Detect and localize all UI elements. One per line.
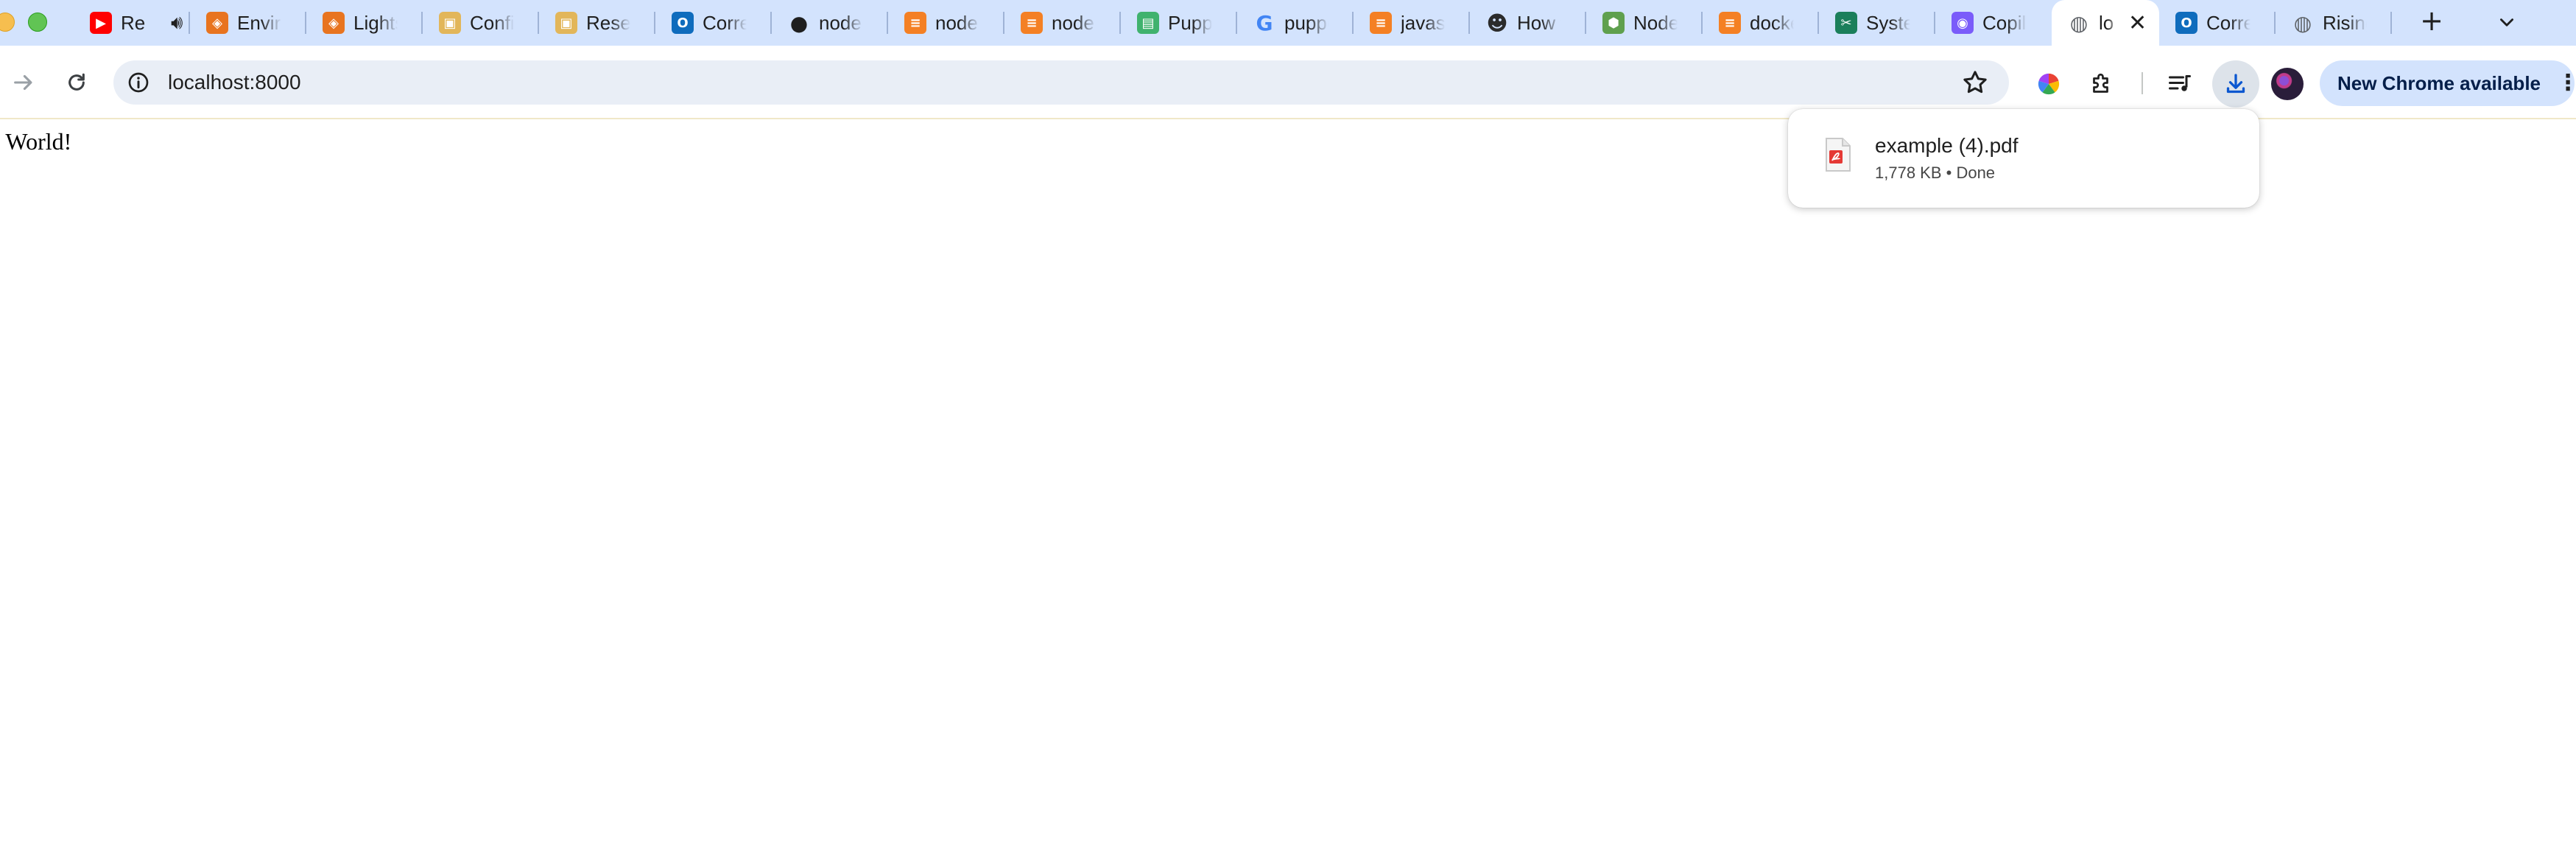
close-tab-icon[interactable]: ✕	[2128, 10, 2147, 36]
pdf-file-icon	[1826, 138, 1851, 172]
download-icon	[2226, 74, 2245, 94]
download-filename[interactable]: example (4).pdf	[1875, 134, 2019, 158]
tab-18[interactable]: ◍ lo ✕	[2052, 0, 2159, 46]
tab-1[interactable]: ▶ Re 🔊︎	[74, 0, 190, 46]
tab-title: Syste	[1866, 11, 1910, 34]
outlook-icon: O	[672, 12, 694, 34]
aws-icon: ◈	[206, 12, 228, 34]
tab-12[interactable]: ≡ javas	[1354, 0, 1470, 46]
media-controls-button[interactable]	[2164, 68, 2196, 100]
tab-title: Re	[121, 11, 146, 34]
package-icon: ▣	[439, 12, 461, 34]
extensions-button[interactable]	[2086, 68, 2118, 100]
downloads-button[interactable]	[2212, 60, 2259, 108]
tab-title: How t	[1517, 11, 1561, 34]
ninja-icon: ☻	[1486, 10, 1508, 35]
toolbar: localhost:8000 New Chrome available ⋮	[0, 46, 2576, 119]
tab-5[interactable]: ▣ Reset	[539, 0, 655, 46]
tab-13[interactable]: ☻ How t	[1470, 0, 1586, 46]
tab-title: Corre	[2206, 11, 2251, 34]
page-body-text: o World!	[0, 128, 72, 155]
chevron-down-icon	[2500, 18, 2513, 27]
new-tab-button[interactable]: +	[2414, 4, 2449, 37]
tab-19[interactable]: O Corre	[2159, 0, 2276, 46]
address-bar[interactable]: localhost:8000	[113, 60, 2009, 105]
tab-6[interactable]: O Corre	[655, 0, 772, 46]
tab-title: Confi	[470, 11, 514, 34]
stackoverflow-icon: ≡	[1370, 12, 1392, 34]
tab-title: javas	[1401, 11, 1445, 34]
tab-16[interactable]: ✂ Syste	[1819, 0, 1935, 46]
puppeteer-icon: ▤	[1137, 12, 1159, 34]
google-icon: G	[1256, 10, 1273, 35]
download-status: 1,778 KB • Done	[1875, 164, 1996, 182]
tab-title: node	[819, 11, 862, 34]
tools-icon: ✂	[1835, 12, 1857, 34]
tab-list: ▶ Re 🔊︎ ◈ Envir ◈ Lights ▣ Confi ▣ Reset O Corre ● nod…	[74, 0, 2392, 46]
tab-9[interactable]: ≡ node	[1004, 0, 1121, 46]
tab-7[interactable]: ● node	[772, 0, 888, 46]
tab-4[interactable]: ▣ Confi	[423, 0, 539, 46]
tab-8[interactable]: ≡ node	[888, 0, 1004, 46]
github-icon: ●	[789, 10, 809, 35]
update-label: New Chrome available	[2337, 71, 2541, 94]
tab-2[interactable]: ◈ Envir	[190, 0, 306, 46]
tab-20[interactable]: ◍ Rising	[2276, 0, 2392, 46]
tab-title: puppe	[1284, 11, 1329, 34]
package-icon: ▣	[555, 12, 577, 34]
tab-3[interactable]: ◈ Lights	[306, 0, 423, 46]
outlook-icon: O	[2175, 12, 2197, 34]
aws-icon: ◈	[323, 12, 345, 34]
stackoverflow-icon: ≡	[1719, 12, 1741, 34]
kebab-menu-icon[interactable]: ⋮	[2557, 72, 2576, 94]
tab-title: Lights	[353, 11, 398, 34]
tab-title: node	[1052, 11, 1094, 34]
queue-music-icon	[2169, 75, 2191, 91]
tab-11[interactable]: Gpuppe	[1237, 0, 1354, 46]
color-extension-button[interactable]	[2033, 68, 2065, 100]
tab-14[interactable]: ⬢ Node	[1586, 0, 1703, 46]
nodejs-icon: ⬢	[1602, 12, 1625, 34]
tab-15[interactable]: ≡ docke	[1703, 0, 1819, 46]
window-maximize-button[interactable]	[28, 13, 47, 32]
update-chrome-button[interactable]: New Chrome available ⋮	[2320, 60, 2576, 106]
download-bubble: example (4).pdf 1,778 KB • Done	[1788, 109, 2259, 208]
copilot-icon: ◉	[1952, 12, 1974, 34]
puzzle-icon	[2093, 73, 2108, 93]
globe-icon: ◍	[2069, 10, 2088, 35]
speaker-icon[interactable]: 🔊︎	[171, 12, 183, 35]
stackoverflow-icon: ≡	[1021, 12, 1043, 34]
tab-title: lo	[2099, 11, 2114, 34]
reload-button[interactable]	[56, 62, 97, 103]
tab-title: node	[935, 11, 978, 34]
tab-strip: ▶ Re 🔊︎ ◈ Envir ◈ Lights ▣ Confi ▣ Reset O Corre ● nod…	[0, 0, 2576, 46]
globe-icon: ◍	[2293, 10, 2312, 35]
bookmark-star-icon[interactable]	[1960, 68, 1990, 97]
tab-search-button[interactable]	[2486, 4, 2527, 41]
tab-title: Corre	[703, 11, 747, 34]
tab-title: Rising	[2323, 11, 2367, 34]
tab-17[interactable]: ◉ Copil	[1935, 0, 2052, 46]
site-info-icon[interactable]	[127, 71, 150, 94]
tab-title: docke	[1750, 11, 1794, 34]
tab-title: Envir	[237, 11, 281, 34]
url-text[interactable]: localhost:8000	[168, 71, 301, 94]
tab-title: Node	[1633, 11, 1678, 34]
arrow-right-icon	[14, 74, 32, 91]
toolbar-divider	[2142, 72, 2143, 94]
youtube-icon: ▶	[90, 12, 112, 34]
forward-button[interactable]	[3, 62, 44, 103]
profile-avatar[interactable]	[2271, 68, 2304, 100]
tab-title: Copil	[1982, 11, 2027, 34]
color-wheel-icon	[2038, 73, 2060, 95]
reload-icon	[68, 73, 85, 91]
tab-10[interactable]: ▤ Puppe	[1121, 0, 1237, 46]
tab-title: Puppe	[1168, 11, 1212, 34]
window-minimize-button[interactable]	[0, 13, 15, 32]
stackoverflow-icon: ≡	[904, 12, 926, 34]
tab-title: Reset	[586, 11, 630, 34]
